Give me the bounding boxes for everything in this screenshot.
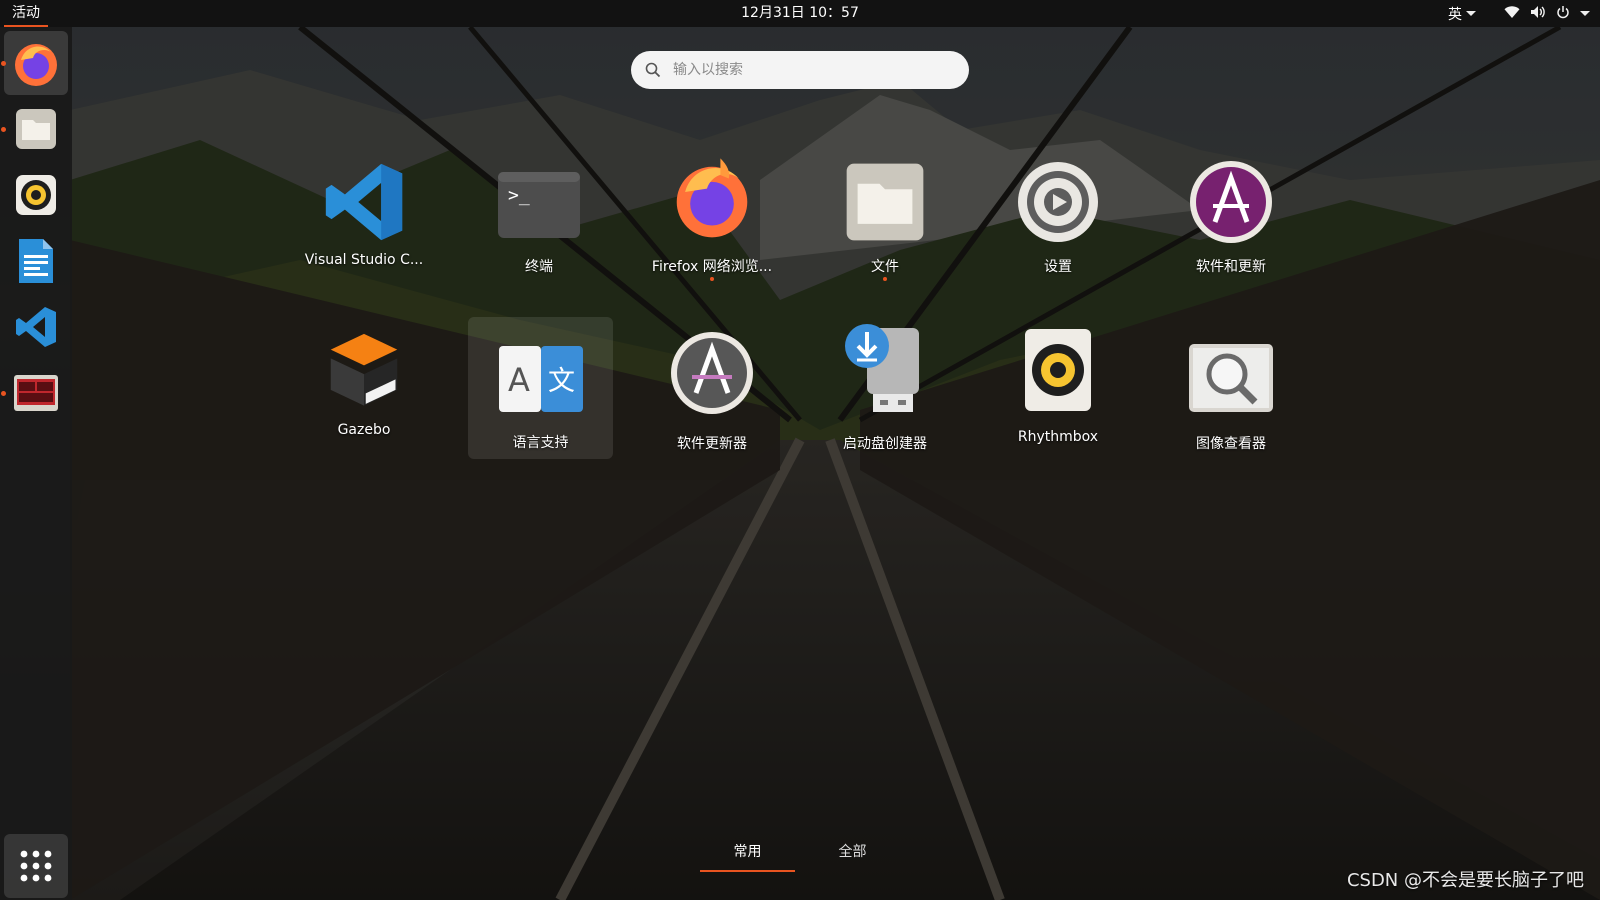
speaker-icon	[1016, 328, 1100, 412]
running-indicator	[1, 127, 6, 132]
app-label: 语言支持	[512, 435, 569, 451]
app-files[interactable]: 文件	[810, 155, 960, 295]
activities-button[interactable]: 活动	[4, 0, 48, 27]
power-icon[interactable]	[1556, 5, 1570, 23]
app-label: 软件和更新	[1196, 259, 1266, 275]
firefox-icon	[670, 155, 754, 239]
tab-all[interactable]: 全部	[805, 842, 900, 870]
app-rhythmbox[interactable]: Rhythmbox	[983, 318, 1133, 458]
search-icon	[645, 62, 661, 78]
app-software-properties[interactable]: 软件和更新	[1156, 155, 1306, 295]
search-box[interactable]	[631, 51, 969, 89]
clock-button[interactable]: 12月31日 10：57	[741, 5, 859, 21]
app-label: 文件	[871, 259, 899, 275]
app-gazebo[interactable]: Gazebo	[289, 318, 439, 458]
software-updater-icon	[670, 331, 754, 415]
app-label: 设置	[1044, 259, 1072, 275]
settings-gear-icon	[1016, 160, 1100, 244]
watermark: CSDN @不会是要长脑子了吧	[1346, 870, 1584, 891]
system-tray: 英	[1448, 0, 1590, 27]
running-indicator	[883, 277, 887, 281]
app-firefox[interactable]: Firefox 网络浏览...	[637, 155, 787, 295]
app-software-updater[interactable]: 软件更新器	[637, 318, 787, 458]
dock-item-rhythmbox[interactable]	[4, 163, 68, 227]
dock	[0, 27, 72, 900]
grid-icon	[20, 850, 52, 882]
document-icon	[19, 239, 53, 283]
wifi-icon[interactable]	[1504, 5, 1520, 23]
app-label: 软件更新器	[677, 436, 747, 452]
vscode-icon	[16, 307, 56, 347]
svg-text:>_: >_	[508, 185, 530, 206]
running-indicator	[710, 277, 714, 281]
svg-text:A: A	[508, 361, 530, 399]
terminal-icon: >_	[497, 163, 581, 247]
wallpaper	[0, 0, 1600, 900]
app-terminal[interactable]: >_ 终端	[464, 155, 614, 295]
app-label: 启动盘创建器	[843, 436, 927, 452]
language-support-icon: A 文	[499, 337, 583, 421]
clock-area: 12月31日 10：57	[0, 0, 1600, 27]
image-viewer-icon	[1189, 336, 1273, 420]
input-method-label: 英	[1448, 6, 1462, 23]
app-label: Gazebo	[337, 422, 391, 438]
tab-frequent[interactable]: 常用	[700, 842, 795, 872]
show-applications-button[interactable]	[4, 834, 68, 898]
app-settings[interactable]: 设置	[983, 155, 1133, 295]
input-method-button[interactable]: 英	[1448, 4, 1476, 24]
app-label: 终端	[525, 259, 553, 275]
dock-item-firefox[interactable]	[4, 31, 68, 95]
dock-item-vscode[interactable]	[4, 295, 68, 359]
usb-creator-icon	[843, 324, 927, 412]
dock-item-writer[interactable]	[4, 229, 68, 293]
folder-icon	[16, 109, 56, 149]
firefox-icon	[15, 44, 57, 86]
app-vscode[interactable]: Visual Studio C...	[289, 155, 439, 295]
app-view-tabs: 常用 全部	[700, 842, 900, 872]
vscode-icon	[322, 160, 406, 244]
software-updates-icon	[1189, 160, 1273, 244]
app-label: Rhythmbox	[1017, 429, 1099, 445]
chevron-down-icon[interactable]	[1580, 11, 1590, 16]
app-language-support[interactable]: A 文 语言支持	[468, 317, 613, 459]
chevron-down-icon	[1466, 11, 1476, 16]
app-usb-creator[interactable]: 启动盘创建器	[810, 318, 960, 458]
gazebo-icon	[322, 326, 406, 410]
volume-icon[interactable]	[1530, 5, 1546, 23]
running-indicator	[1, 391, 6, 396]
app-image-viewer[interactable]: 图像查看器	[1156, 318, 1306, 458]
search-input[interactable]	[671, 61, 935, 79]
dock-item-terminal-app[interactable]	[4, 361, 68, 425]
top-bar: 活动 12月31日 10：57 英	[0, 0, 1600, 27]
running-indicator	[1, 61, 6, 66]
app-label: Firefox 网络浏览...	[651, 259, 773, 275]
speaker-icon	[16, 175, 56, 215]
terminal-screen-icon	[14, 375, 58, 411]
svg-text:文: 文	[548, 366, 575, 397]
folder-icon	[843, 160, 927, 244]
dock-item-files[interactable]	[4, 97, 68, 161]
app-label: Visual Studio C...	[304, 252, 424, 268]
app-label: 图像查看器	[1196, 436, 1266, 452]
